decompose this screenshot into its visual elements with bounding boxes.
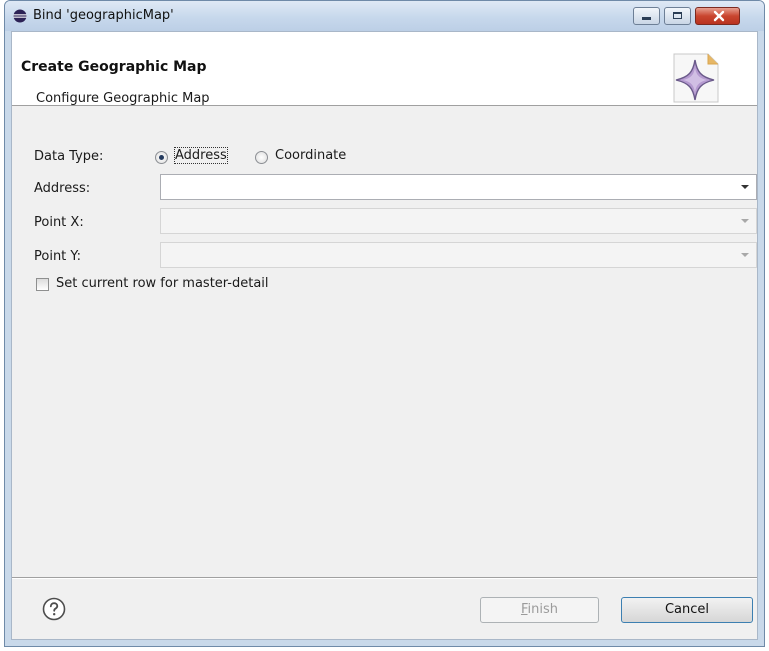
finish-label-rest: inish: [527, 602, 559, 617]
master-detail-label[interactable]: Set current row for master-detail: [56, 276, 269, 291]
data-type-label: Data Type:: [34, 149, 104, 164]
point-x-label: Point X:: [34, 215, 84, 230]
point-y-label: Point Y:: [34, 249, 82, 264]
minimize-icon: [642, 17, 651, 20]
page-title: Create Geographic Map: [21, 59, 207, 75]
chevron-down-icon[interactable]: [741, 253, 749, 257]
chevron-down-icon[interactable]: [741, 185, 749, 189]
eclipse-icon: [13, 9, 27, 23]
help-icon[interactable]: [42, 597, 66, 621]
maximize-button[interactable]: [664, 7, 691, 25]
address-radio[interactable]: [155, 151, 168, 164]
cancel-button[interactable]: Cancel: [621, 597, 753, 623]
page-description: Configure Geographic Map: [36, 91, 210, 106]
footer-divider: [12, 577, 757, 579]
window-title: Bind 'geographicMap': [33, 8, 174, 23]
close-button[interactable]: [695, 7, 740, 25]
coordinate-radio-label[interactable]: Coordinate: [275, 148, 346, 163]
address-radio-label[interactable]: Address: [174, 147, 228, 164]
finish-button[interactable]: Finish: [480, 597, 599, 623]
point-x-combo[interactable]: [160, 208, 757, 234]
address-combo[interactable]: [160, 174, 757, 200]
dialog-window: Bind 'geographicMap' Create Geographic M…: [4, 0, 765, 647]
minimize-button[interactable]: [633, 7, 660, 25]
dialog-content: Create Geographic Map Configure Geograph…: [11, 31, 758, 640]
master-detail-checkbox[interactable]: [36, 278, 49, 291]
chevron-down-icon[interactable]: [741, 219, 749, 223]
coordinate-radio[interactable]: [255, 151, 268, 164]
maximize-icon: [673, 12, 682, 19]
close-icon: [713, 10, 725, 22]
title-bar[interactable]: Bind 'geographicMap': [5, 1, 764, 31]
address-label: Address:: [34, 181, 91, 196]
wizard-star-icon: [673, 53, 719, 103]
wizard-header: Create Geographic Map Configure Geograph…: [12, 32, 757, 106]
point-y-combo[interactable]: [160, 242, 757, 268]
